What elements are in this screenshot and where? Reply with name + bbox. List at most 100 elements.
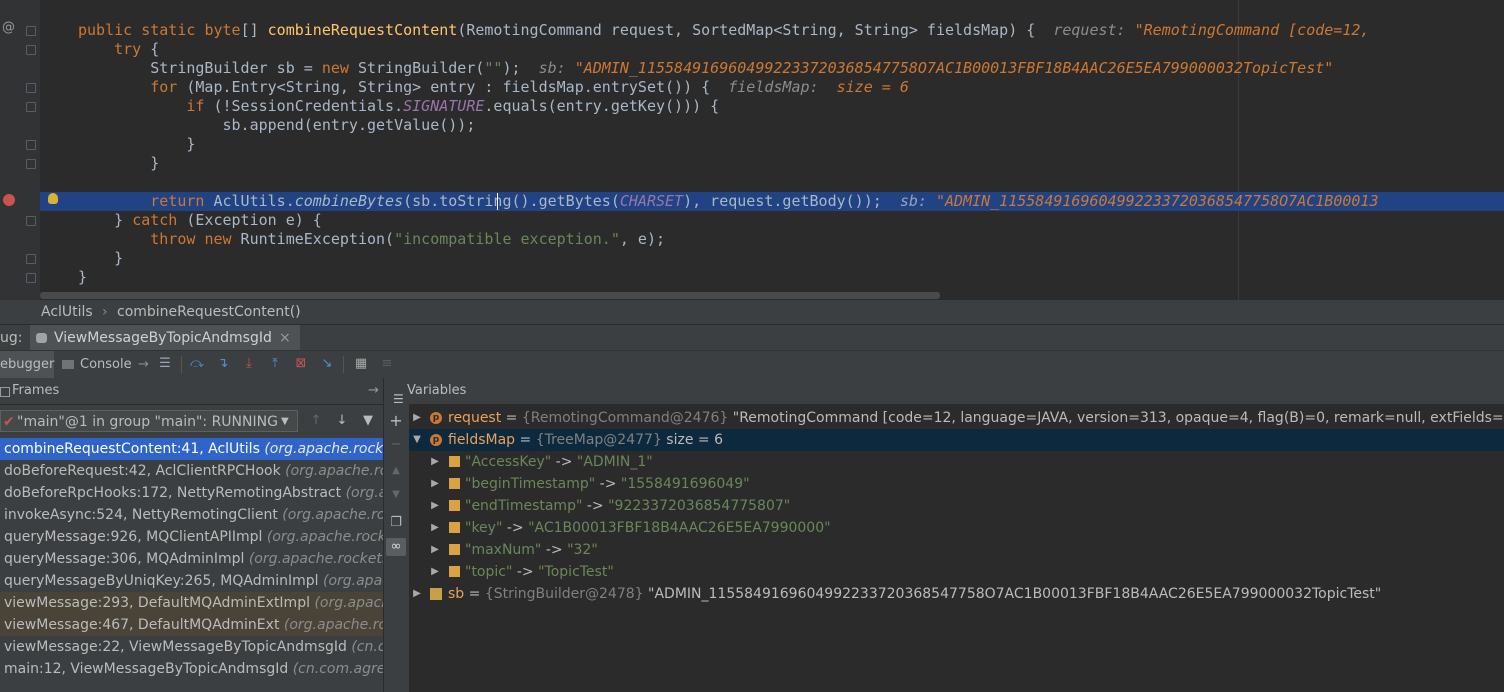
frame-item[interactable]: doBeforeRequest:42, AclClientRPCHook (or… [0,460,383,482]
toolbar-divider [181,356,182,373]
down-arrow-icon[interactable]: ↓ [333,412,351,430]
frame-package: (org.apache [314,595,383,611]
tab-console[interactable]: Console → [60,351,152,378]
evaluate-expression-icon[interactable]: ▦ [352,355,370,373]
inline-hint-value: size = 6 [836,78,909,96]
thread-selector[interactable]: ✔ "main"@1 in group "main": RUNNING ▼ [0,410,298,432]
entry-key: "topic" [465,564,513,580]
entry-value: "9223372036854775807" [608,498,791,514]
field-icon [449,456,460,467]
code-line[interactable]: StringBuilder sb = new StringBuilder("")… [0,59,1504,78]
step-into-icon[interactable]: ⤓ [240,355,258,373]
frame-item[interactable]: viewMessage:293, DefaultMQAdminExtImpl (… [0,592,383,614]
expand-icon[interactable]: ▶ [429,517,441,539]
frame-item[interactable]: invokeAsync:524, NettyRemotingClient (or… [0,504,383,526]
frame-item[interactable]: viewMessage:467, DefaultMQAdminExt (org.… [0,614,383,636]
frame-item[interactable]: doBeforeRpcHooks:172, NettyRemotingAbstr… [0,482,383,504]
parameter-icon: p [430,434,442,446]
code-line[interactable]: try { [0,40,1504,59]
breadcrumb-method[interactable]: combineRequestContent() [117,300,301,324]
step-over-icon[interactable]: ↴ [214,355,232,373]
code-line[interactable]: } [0,154,1504,173]
keyword: if [186,97,205,115]
down-icon[interactable]: ▼ [387,486,405,504]
code-line[interactable]: throw new RuntimeException("incompatible… [0,230,1504,249]
expand-icon[interactable]: ▶ [429,473,441,495]
menu-lines-icon[interactable]: ☰ [156,355,174,373]
code-text: (Exception e) { [177,211,322,229]
local-variable-icon [430,588,442,600]
pin-icon[interactable]: → [138,351,149,378]
show-execution-point-icon[interactable]: ⤼ [188,355,206,373]
trace-icon[interactable]: ≡ [378,355,396,373]
up-arrow-icon[interactable]: ↑ [307,412,325,430]
intention-bulb-icon[interactable] [48,193,58,204]
code-line[interactable]: } [0,268,1504,287]
frame-item[interactable]: viewMessage:22, ViewMessageByTopicAndmsg… [0,636,383,658]
console-icon [62,360,74,369]
code-text: } [150,154,160,172]
copy-icon[interactable]: ❐ [387,514,405,532]
code-line[interactable]: if (!SessionCredentials.SIGNATURE.equals… [0,97,1504,116]
expand-icon[interactable]: ▶ [429,539,441,561]
collapse-icon[interactable]: ▼ [411,429,423,451]
expand-icon[interactable]: ▶ [411,583,423,605]
run-to-cursor-icon[interactable]: ↘ [318,355,336,373]
map-entry-row[interactable]: ▶ "AccessKey" -> "ADMIN_1" [409,451,1504,473]
execution-line[interactable]: return AclUtils.combineBytes(sb.toString… [40,192,1504,211]
variable-row[interactable]: ▶ sb = {StringBuilder@2478} "ADMIN_11558… [409,583,1504,605]
frame-method: invokeAsync:524, NettyRemotingClient [4,507,278,523]
code-line[interactable]: sb.append(entry.getValue()); [0,116,1504,135]
map-entry-row[interactable]: ▶ "key" -> "AC1B00013FBF18B4AAC26E5EA799… [409,517,1504,539]
minus-icon[interactable]: − [387,436,405,454]
variables-title: Variables [407,383,467,398]
code-line[interactable]: for (Map.Entry<String, String> entry : f… [0,78,1504,97]
frame-package: (org.a [345,485,383,501]
code-line[interactable]: public static byte[] combineRequestConte… [0,21,1504,40]
code-text: AclUtils. [204,192,295,210]
variable-row[interactable]: ▶ p request = {RemotingCommand@2476} "Re… [409,407,1504,429]
entry-arrow: -> [595,476,621,492]
tab-debugger[interactable]: ebugger [0,351,54,378]
map-entry-row[interactable]: ▶ "endTimestamp" -> "9223372036854775807… [409,495,1504,517]
frame-item[interactable]: combineRequestContent:41, AclUtils (org.… [0,438,383,460]
method-name: combineRequestContent [267,21,458,39]
up-icon[interactable]: ▲ [387,462,405,480]
filter-icon[interactable]: ▼ [359,412,377,430]
plus-icon[interactable]: + [387,412,405,430]
debug-session-bar: ug: ViewMessageByTopicAndmsgId × [0,324,1504,351]
frame-item[interactable]: main:12, ViewMessageByTopicAndmsgId (cn.… [0,658,383,680]
variables-icon: ☰ [393,392,404,406]
restore-layout-icon[interactable]: → [368,378,379,404]
horizontal-scrollbar[interactable] [40,292,940,299]
breadcrumb-class[interactable]: AclUtils [41,300,93,324]
map-entry-row[interactable]: ▶ "topic" -> "TopicTest" [409,561,1504,583]
code-line[interactable]: } catch (Exception e) { [0,211,1504,230]
close-icon[interactable]: × [279,325,291,351]
expand-icon[interactable]: ▶ [429,451,441,473]
map-entry-row[interactable]: ▶ "maxNum" -> "32" [409,539,1504,561]
expand-icon[interactable]: ▶ [429,495,441,517]
drop-frame-icon[interactable]: ⊠ [292,355,310,373]
map-entry-row[interactable]: ▶ "beginTimestamp" -> "1558491696049" [409,473,1504,495]
tab-session[interactable]: ViewMessageByTopicAndmsgId × [30,325,300,351]
variable-row[interactable]: ▼ p fieldsMap = {TreeMap@2477} size = 6 [409,429,1504,451]
session-tab-label: ViewMessageByTopicAndmsgId [54,330,272,346]
inline-hint-value: "RemotingCommand [code=12, [1134,21,1370,39]
keyword: new [204,230,232,248]
code-line[interactable]: } [0,249,1504,268]
code-text: } [186,135,196,153]
frame-item[interactable]: queryMessageByUniqKey:265, MQAdminImpl (… [0,570,383,592]
watches-icon[interactable]: ∞ [386,538,406,556]
code-line[interactable]: } [0,135,1504,154]
entry-value: "32" [567,542,598,558]
code-editor[interactable]: @ public static byte[] combineRequestCon… [0,0,1504,300]
expand-icon[interactable]: ▶ [411,407,423,429]
breadcrumb: AclUtils › combineRequestContent() [0,300,1504,324]
frame-package: (org.apache.roc [285,463,383,479]
expand-icon[interactable]: ▶ [429,561,441,583]
frame-item[interactable]: queryMessage:306, MQAdminImpl (org.apach… [0,548,383,570]
frame-package: (cn.co [351,639,383,655]
step-out-icon[interactable]: ⤒ [266,355,284,373]
frame-item[interactable]: queryMessage:926, MQClientAPIImpl (org.a… [0,526,383,548]
